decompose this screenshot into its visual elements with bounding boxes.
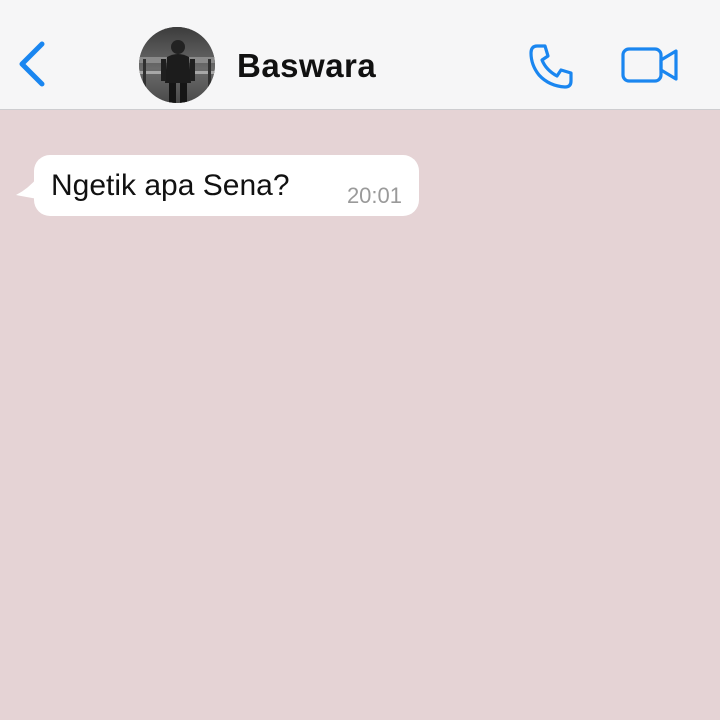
back-button[interactable] <box>14 38 54 90</box>
incoming-message-bubble[interactable]: Ngetik apa Sena? 20:01 <box>34 155 419 216</box>
bubble-tail <box>16 177 38 199</box>
message-timestamp: 20:01 <box>346 183 402 208</box>
video-camera-icon <box>621 47 678 83</box>
chevron-left-icon <box>19 41 45 87</box>
chat-area[interactable]: Ngetik apa Sena? 20:01 <box>0 110 720 720</box>
chat-header: Baswara <box>0 0 720 110</box>
voice-call-button[interactable] <box>527 42 577 92</box>
message-text: Ngetik apa Sena? <box>51 169 290 202</box>
contact-name[interactable]: Baswara <box>237 46 376 86</box>
avatar[interactable] <box>139 27 215 103</box>
video-call-button[interactable] <box>620 45 680 85</box>
person-photo-avatar <box>139 27 215 103</box>
phone-icon <box>529 44 573 89</box>
